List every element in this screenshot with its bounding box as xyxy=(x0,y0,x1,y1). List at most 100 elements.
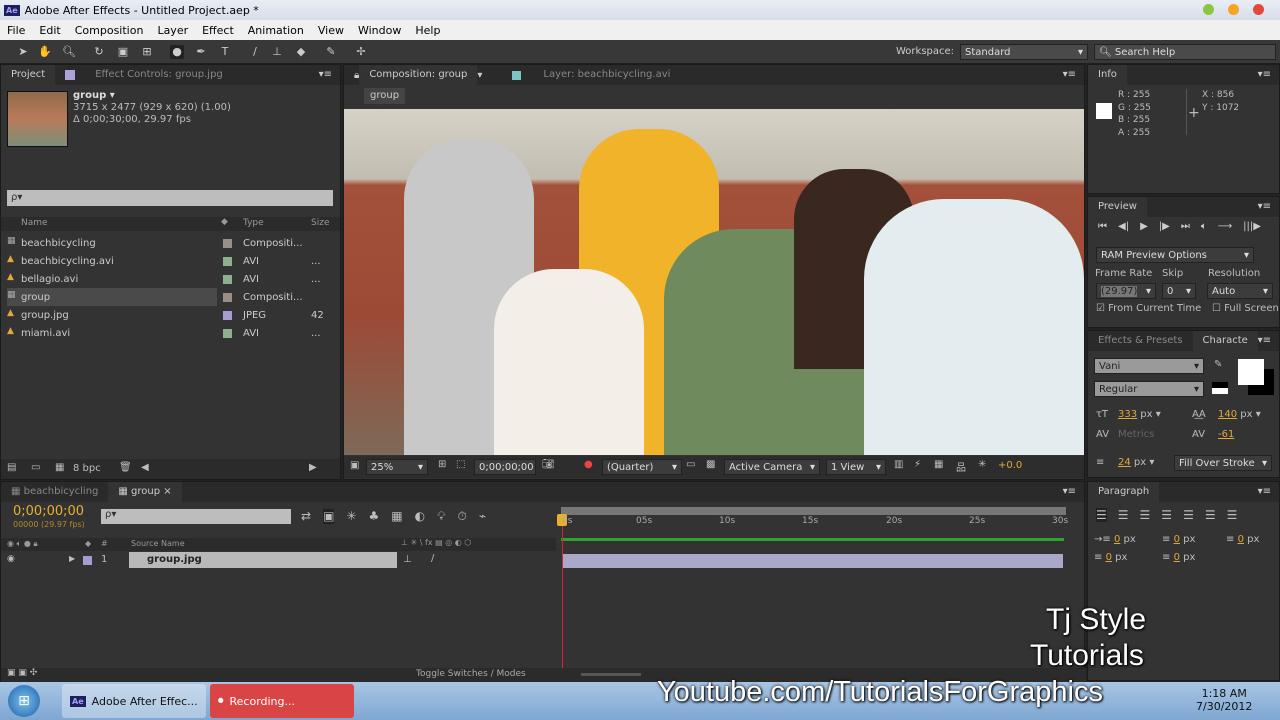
ellipse-tool-icon[interactable]: ● xyxy=(170,45,184,59)
tab-timeline-beachbicycling[interactable]: ▦ beachbicycling xyxy=(1,482,108,502)
audio-icon[interactable]: 🔈︎ xyxy=(1201,221,1207,232)
layer-name[interactable]: group.jpg xyxy=(129,552,397,568)
item-label-swatch[interactable] xyxy=(223,310,232,320)
project-item[interactable]: ▦ group Compositi... xyxy=(7,288,303,306)
quality-switch-icon[interactable]: / xyxy=(431,553,434,564)
item-label-swatch[interactable] xyxy=(223,328,232,338)
region-of-interest-icon[interactable]: ▭ xyxy=(686,459,695,470)
tab-project[interactable]: Project xyxy=(1,65,56,85)
layer-duration-bar[interactable] xyxy=(563,554,1063,568)
align-right-icon[interactable]: ☰ xyxy=(1140,508,1151,522)
play-icon[interactable]: ▶ xyxy=(1140,221,1148,232)
project-search-input[interactable]: ρ▾ xyxy=(7,190,333,206)
reset-exposure-icon[interactable]: ✳ xyxy=(978,459,986,470)
last-frame-icon[interactable]: ⏭ xyxy=(1181,221,1190,232)
tab-character[interactable]: Characte xyxy=(1192,331,1258,351)
justify-right-icon[interactable]: ☰ xyxy=(1205,508,1216,522)
taskbar-recording[interactable]: ⏺ Recording... xyxy=(210,684,354,718)
font-style-select[interactable]: Regular ▾ xyxy=(1094,381,1204,397)
project-item[interactable]: ▲ bellagio.avi AVI ... xyxy=(7,270,327,288)
start-button[interactable]: ⊞ xyxy=(8,685,40,717)
loop-icon[interactable]: ⟶ xyxy=(1218,221,1232,232)
work-area-bar[interactable] xyxy=(561,507,1066,515)
text-tool-icon[interactable]: T xyxy=(218,45,232,59)
timeline-menu-icon[interactable]: ▾≡ xyxy=(1063,486,1076,497)
indent-first-value[interactable]: 0 xyxy=(1174,534,1180,545)
project-item[interactable]: ▲ miami.avi AVI ... xyxy=(7,324,327,342)
menu-view[interactable]: View xyxy=(311,24,351,37)
hide-shy-icon[interactable]: ♣ xyxy=(368,509,379,524)
tab-effect-controls[interactable]: Effect Controls: group.jpg xyxy=(85,65,233,85)
space-before-value[interactable]: 0 xyxy=(1106,552,1112,563)
leading-value[interactable]: 140 xyxy=(1218,409,1237,420)
maximize-button[interactable] xyxy=(1228,4,1239,15)
menu-edit[interactable]: Edit xyxy=(32,24,67,37)
ram-preview-icon[interactable]: |||▶ xyxy=(1243,221,1261,232)
roto-brush-icon[interactable]: ✎ xyxy=(324,45,338,59)
character-menu-icon[interactable]: ▾≡ xyxy=(1258,335,1271,346)
flowchart-icon[interactable]: 品 xyxy=(956,459,966,474)
preview-menu-icon[interactable]: ▾≡ xyxy=(1258,201,1271,212)
brush-tool-icon[interactable]: / xyxy=(248,45,262,59)
new-folder-icon[interactable]: ▭ xyxy=(31,462,40,473)
comp-mini-flowchart-icon[interactable]: ⇄ xyxy=(301,509,311,524)
tab-effects-presets[interactable]: Effects & Presets xyxy=(1088,331,1193,351)
from-current-time-checkbox[interactable]: ☑ From Current Time xyxy=(1096,303,1201,314)
justify-center-icon[interactable]: ☰ xyxy=(1183,508,1194,522)
magnification-select[interactable]: 25% ▾ xyxy=(366,459,428,475)
exposure-value[interactable]: +0.0 xyxy=(998,460,1022,471)
new-comp-icon[interactable]: ▦ xyxy=(55,462,64,473)
interpret-footage-icon[interactable]: ▤ xyxy=(7,462,16,473)
current-time-indicator[interactable] xyxy=(562,516,563,668)
space-after-value[interactable]: 0 xyxy=(1174,552,1180,563)
eraser-tool-icon[interactable]: ◆ xyxy=(294,45,308,59)
current-time-display[interactable]: 0;00;00;00 xyxy=(13,504,84,519)
safe-margins-icon[interactable]: ⊞ xyxy=(438,459,446,470)
info-menu-icon[interactable]: ▾≡ xyxy=(1258,69,1271,80)
frame-blending-icon[interactable]: ▦ xyxy=(391,509,402,524)
always-preview-icon[interactable]: ▣ xyxy=(350,460,359,471)
font-size-value[interactable]: 333 xyxy=(1118,409,1137,420)
selection-tool-icon[interactable]: ➤ xyxy=(16,45,30,59)
eyedropper-icon[interactable]: ✎ xyxy=(1214,359,1222,370)
black-white-swatch[interactable] xyxy=(1212,382,1228,394)
visibility-icon[interactable]: ◉ xyxy=(7,554,15,564)
draft-3d-icon[interactable]: ✳ xyxy=(346,509,356,524)
font-family-select[interactable]: Vani ▾ xyxy=(1094,358,1204,374)
justify-all-icon[interactable]: ☰ xyxy=(1227,508,1238,522)
indent-right-value[interactable]: 0 xyxy=(1238,534,1244,545)
scroll-left-icon[interactable]: ◀ xyxy=(141,462,149,473)
delete-icon[interactable]: 🗑︎ xyxy=(119,462,132,473)
justify-left-icon[interactable]: ☰ xyxy=(1161,508,1172,522)
label-swatch[interactable] xyxy=(83,556,92,565)
kerning-value[interactable]: Metrics xyxy=(1118,429,1154,440)
stroke-width-value[interactable]: 24 xyxy=(1118,457,1131,468)
toggle-switches-modes-button[interactable]: Toggle Switches / Modes xyxy=(416,669,526,679)
item-label-swatch[interactable] xyxy=(223,292,232,302)
tab-paragraph[interactable]: Paragraph xyxy=(1088,482,1160,502)
menu-animation[interactable]: Animation xyxy=(241,24,311,37)
comp-panel-menu-icon[interactable]: ▾≡ xyxy=(1063,69,1076,80)
tab-preview[interactable]: Preview xyxy=(1088,197,1147,217)
paragraph-menu-icon[interactable]: ▾≡ xyxy=(1258,486,1271,497)
puppet-tool-icon[interactable]: ✢ xyxy=(354,45,368,59)
menu-effect[interactable]: Effect xyxy=(195,24,241,37)
rotate-tool-icon[interactable]: ↻ xyxy=(92,45,106,59)
timeline-icon[interactable]: ▦ xyxy=(934,459,943,470)
resolution-select-preview[interactable]: Auto ▾ xyxy=(1207,283,1273,299)
frame-rate-select[interactable]: (29.97) ▾ xyxy=(1096,283,1156,299)
item-name[interactable]: group ▾ xyxy=(73,90,231,102)
transparency-grid-icon[interactable]: ▩ xyxy=(706,459,715,470)
column-type[interactable]: Type xyxy=(243,218,264,228)
first-frame-icon[interactable]: ⏮ xyxy=(1098,221,1107,232)
skip-select[interactable]: 0 ▾ xyxy=(1162,283,1196,299)
tab-info[interactable]: Info xyxy=(1088,65,1127,85)
tab-composition[interactable]: Composition: group xyxy=(359,65,478,85)
channel-icon[interactable]: ● xyxy=(584,459,593,470)
panel-menu-icon[interactable]: ▾≡ xyxy=(319,69,332,80)
close-button[interactable] xyxy=(1253,4,1264,15)
next-frame-icon[interactable]: |▶ xyxy=(1159,221,1170,232)
snapshot-icon[interactable]: 📷︎ xyxy=(542,459,555,470)
graph-editor-icon[interactable]: ⌁ xyxy=(479,509,486,524)
minimize-button[interactable] xyxy=(1203,4,1214,15)
